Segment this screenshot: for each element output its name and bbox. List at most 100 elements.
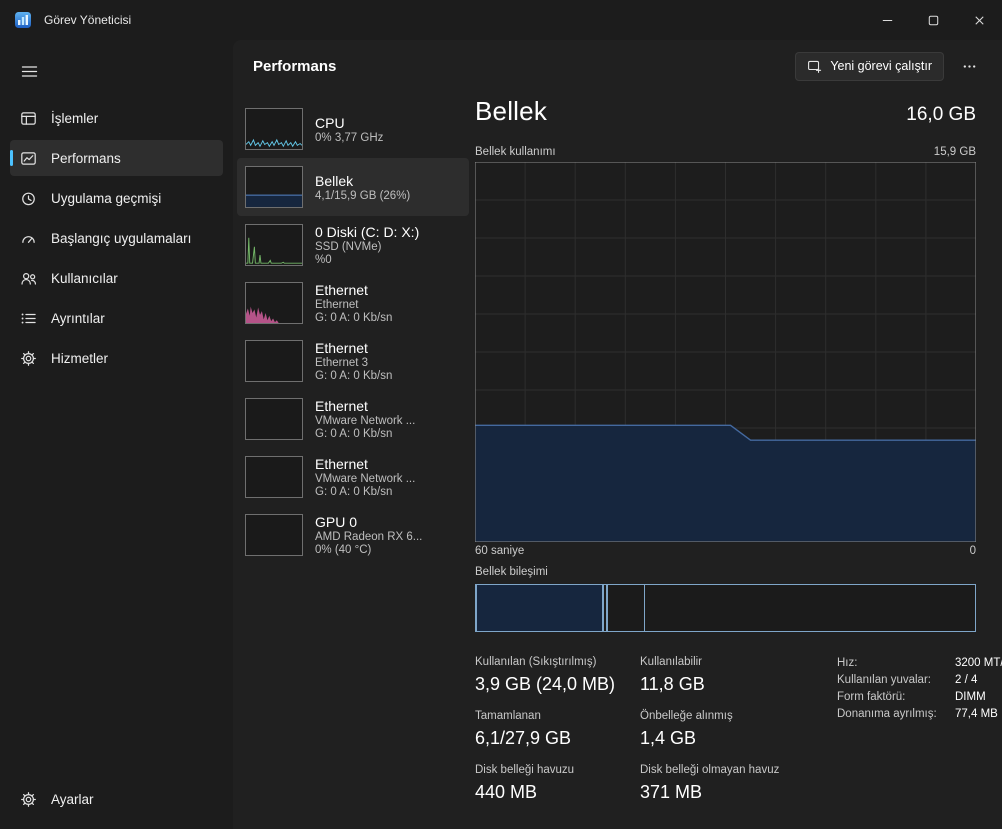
perf-item-sub: VMware Network ... [315,473,416,485]
processes-icon [20,110,37,127]
titlebar: Görev Yöneticisi [0,0,1002,40]
sidebar-item-label: Başlangıç uygulamaları [51,230,192,246]
page-header: Performans Yeni görevi çalıştır [233,40,1002,92]
perf-item-sub: SSD (NVMe) [315,241,382,253]
perf-item-title: 0 Diski (C: D: X:) [315,224,420,240]
memory-mini-graph [245,166,303,208]
run-new-task-button[interactable]: Yeni görevi çalıştır [795,51,944,81]
window-controls [864,0,1002,40]
perf-item-title: Ethernet [315,398,368,414]
window-title: Görev Yöneticisi [44,13,132,27]
selection-indicator [10,150,13,166]
sidebar: İşlemler Performans Uygulama geçmişi Baş… [0,40,233,829]
run-new-task-label: Yeni görevi çalıştır [830,59,932,73]
perf-item-cpu[interactable]: CPU 0% 3,77 GHz [237,100,469,158]
page-title: Performans [253,57,337,75]
perf-item-sub: 4,1/15,9 GB (26%) [315,189,411,202]
perf-item-sub: G: 0 A: 0 Kb/sn [315,428,393,440]
sidebar-item-label: Ayrıntılar [51,310,105,326]
sidebar-item-label: Kullanıcılar [51,270,118,286]
perf-item-ethernet-2[interactable]: Ethernet Ethernet 3 G: 0 A: 0 Kb/sn [237,332,469,390]
memory-composition-bar [475,584,976,632]
ethernet-mini-graph [245,282,303,324]
users-icon [20,270,37,287]
sidebar-item-islemler[interactable]: İşlemler [10,100,223,136]
detail-title: Bellek [475,96,548,126]
startup-apps-icon [20,230,37,247]
perf-item-memory[interactable]: Bellek 4,1/15,9 GB (26%) [237,158,469,216]
maximize-button[interactable] [910,0,956,40]
stat-in-use: Kullanılan (Sıkıştırılmış) 3,9 GB (24,0 … [475,656,616,694]
sidebar-item-ayarlar[interactable]: Ayarlar [10,781,223,817]
memory-usage-graph [475,162,976,542]
perf-item-sub: VMware Network ... [315,415,416,427]
services-icon [20,350,37,367]
settings-gear-icon [20,791,37,808]
composition-label: Bellek bileşimi [475,566,548,578]
stat-committed: Tamamlanan 6,1/27,9 GB [475,710,572,748]
sidebar-item-label: Uygulama geçmişi [51,190,162,206]
nav-menu-button[interactable] [10,54,48,88]
perf-item-title: GPU 0 [315,514,358,530]
ethernet-mini-graph [245,398,303,440]
timespan-end: 0 [969,545,976,557]
sidebar-item-baslangic-uygulamalari[interactable]: Başlangıç uygulamaları [10,220,223,256]
task-manager-window: Görev Yöneticisi İşlemler Performans Uyg… [0,0,1002,829]
memory-detail-pane: Bellek 16,0 GB Bellek kullanımı 15,9 GB [469,92,1002,829]
main-panel: Performans Yeni görevi çalıştır CPU 0% 3… [233,40,1002,829]
disk-mini-graph [245,224,303,266]
sidebar-item-label: Ayarlar [51,791,94,807]
sidebar-item-performans[interactable]: Performans [10,140,223,176]
perf-item-title: Ethernet [315,340,368,356]
sidebar-item-label: Performans [51,150,121,166]
perf-item-sub: 0% (40 °C) [315,544,372,556]
usage-graph-max: 15,9 GB [933,146,976,158]
ethernet-mini-graph [245,340,303,382]
memory-capacity: 16,0 GB [906,104,976,125]
sidebar-item-hizmetler[interactable]: Hizmetler [10,340,223,376]
memory-stats: Kullanılan (Sıkıştırılmış) 3,9 GB (24,0 … [475,656,825,803]
sidebar-item-uygulama-gecmisi[interactable]: Uygulama geçmişi [10,180,223,216]
stat-non-paged-pool: Disk belleği olmayan havuz 371 MB [640,764,780,802]
minimize-button[interactable] [864,0,910,40]
usage-graph-label: Bellek kullanımı [475,146,556,158]
memory-hardware-info: Hız: 3200 MT/s Kullanılan yuvalar: 2 / 4… [837,657,1002,720]
perf-item-title: Ethernet [315,456,368,472]
perf-item-sub: G: 0 A: 0 Kb/sn [315,370,393,382]
perf-item-sub: %0 [315,254,332,266]
stat-paged-pool: Disk belleği havuzu 440 MB [475,764,575,802]
sidebar-item-label: İşlemler [51,110,99,126]
perf-item-sub: Ethernet 3 [315,357,369,369]
sidebar-item-kullanicilar[interactable]: Kullanıcılar [10,260,223,296]
sidebar-item-label: Hizmetler [51,350,109,366]
app-history-icon [20,190,37,207]
more-options-button[interactable] [952,51,986,81]
close-button[interactable] [956,0,1002,40]
perf-item-ethernet-1[interactable]: Ethernet Ethernet G: 0 A: 0 Kb/sn [237,274,469,332]
composition-segment-standby [606,585,646,631]
composition-segment-in-use [476,585,603,631]
performance-icon [20,150,37,167]
timespan-label: 60 saniye [475,545,525,557]
perf-item-ethernet-4[interactable]: Ethernet VMware Network ... G: 0 A: 0 Kb… [237,448,469,506]
ethernet-mini-graph [245,456,303,498]
details-icon [20,310,37,327]
perf-item-title: Ethernet [315,282,368,298]
perf-item-sub: 0% 3,77 GHz [315,131,384,144]
perf-item-ethernet-3[interactable]: Ethernet VMware Network ... G: 0 A: 0 Kb… [237,390,469,448]
stat-cached: Önbelleğe alınmış 1,4 GB [640,710,733,748]
perf-item-title: CPU [315,114,345,131]
perf-item-sub: G: 0 A: 0 Kb/sn [315,312,393,324]
perf-item-disk-0[interactable]: 0 Diski (C: D: X:) SSD (NVMe) %0 [237,216,469,274]
gpu-mini-graph [245,514,303,556]
performance-rail: CPU 0% 3,77 GHz Bellek 4,1/15,9 GB (26%)… [237,92,469,829]
sidebar-item-ayrintilar[interactable]: Ayrıntılar [10,300,223,336]
perf-item-sub: G: 0 A: 0 Kb/sn [315,486,393,498]
perf-item-sub: Ethernet [315,299,359,311]
perf-item-sub: AMD Radeon RX 6... [315,531,423,543]
perf-item-gpu-0[interactable]: GPU 0 AMD Radeon RX 6... 0% (40 °C) [237,506,469,564]
perf-item-title: Bellek [315,172,354,189]
cpu-mini-graph [245,108,303,150]
stat-available: Kullanılabilir 11,8 GB [640,656,705,694]
task-manager-app-icon [14,11,32,29]
